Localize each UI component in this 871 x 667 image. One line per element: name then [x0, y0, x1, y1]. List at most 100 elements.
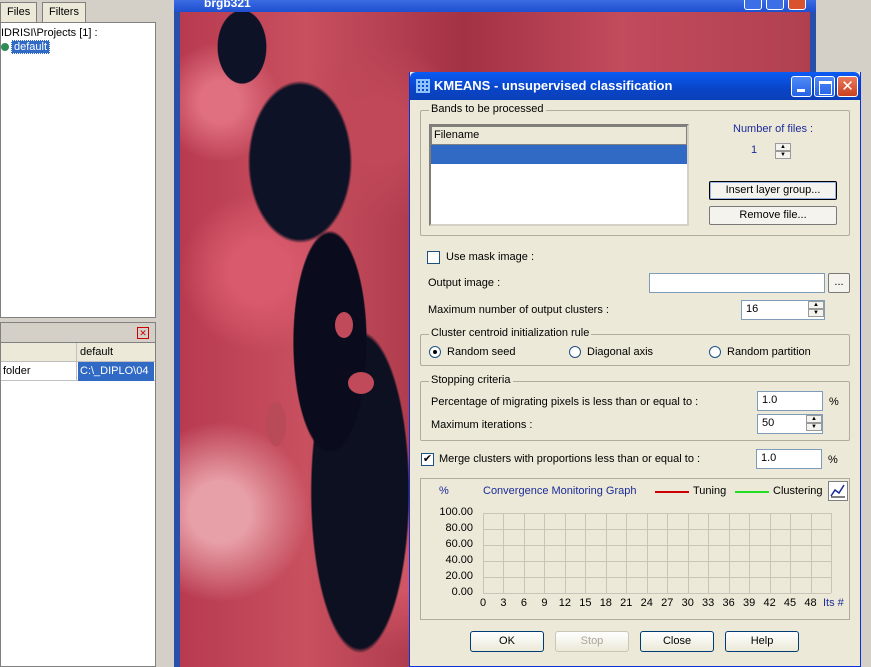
pct-migrating-label: Percentage of migrating pixels is less t…	[431, 396, 699, 408]
graph-vgridline	[728, 513, 730, 593]
graph-vgridline	[503, 513, 505, 593]
tab-filters[interactable]: Filters	[42, 2, 86, 22]
bands-group: Bands to be processed Filename Number of…	[420, 103, 850, 236]
graph-gridline	[483, 577, 831, 578]
graph-vgridline	[769, 513, 771, 593]
minimize-icon[interactable]	[791, 76, 812, 97]
init-rule-group: Cluster centroid initialization rule Ran…	[420, 327, 850, 366]
graph-gridline	[483, 561, 831, 562]
graph-vgridline	[523, 513, 525, 593]
number-of-files-value: 1	[751, 144, 758, 156]
graph-vgridline	[626, 513, 628, 593]
close-icon[interactable]: ✕	[137, 327, 149, 339]
spin-up-icon[interactable]: ▲	[808, 301, 824, 309]
graph-gridline	[483, 593, 831, 594]
close-icon[interactable]: ✕	[837, 76, 858, 97]
radio-random-partition-label: Random partition	[727, 346, 811, 358]
graph-vgridline	[810, 513, 812, 593]
merge-clusters-label: Merge clusters with proportions less tha…	[439, 453, 701, 465]
output-image-field[interactable]	[649, 273, 825, 293]
graph-y-tick: 40.00	[445, 554, 473, 566]
graph-gridline	[483, 529, 831, 530]
graph-gridline	[483, 513, 831, 514]
legend-line-tuning	[655, 491, 689, 493]
tree-item-default[interactable]: default	[1, 40, 51, 54]
image-window-title: brgb321	[204, 0, 251, 10]
file-list-row[interactable]	[431, 145, 687, 164]
graph-options-icon[interactable]	[828, 481, 848, 501]
kmeans-app-icon	[416, 79, 430, 93]
island-shape	[266, 402, 286, 446]
graph-plot-border	[831, 513, 832, 593]
graph-vgridline	[585, 513, 587, 593]
max-clusters-spinner[interactable]: ▲ ▼	[808, 301, 826, 319]
properties-row[interactable]: folder C:\_DIPLO\04	[1, 362, 155, 381]
graph-y-unit: %	[439, 485, 449, 497]
project-icon	[1, 43, 9, 52]
file-list[interactable]: Filename	[429, 124, 689, 226]
output-image-label: Output image :	[428, 277, 501, 289]
remove-file-button[interactable]: Remove file...	[709, 206, 837, 225]
graph-vgridline	[605, 513, 607, 593]
graph-vgridline	[749, 513, 751, 593]
spin-down-icon[interactable]: ▼	[775, 151, 791, 159]
graph-y-tick: 0.00	[451, 586, 473, 598]
properties-panel: ✕ default folder C:\_DIPLO\04	[0, 322, 156, 667]
graph-y-tick: 80.00	[445, 522, 473, 534]
browse-button[interactable]: ...	[828, 273, 850, 293]
graph-vgridline	[646, 513, 648, 593]
property-value[interactable]: C:\_DIPLO\04	[78, 362, 154, 381]
filename-column-header[interactable]: Filename	[431, 126, 687, 145]
merge-clusters-checkbox[interactable]: ✔	[421, 453, 434, 466]
graph-gridline	[483, 545, 831, 546]
radio-random-seed-label: Random seed	[447, 346, 516, 358]
pct-migrating-unit: %	[829, 396, 839, 408]
explorer-panel: Files Filters IDRISI\Projects [1] : defa…	[0, 0, 158, 667]
properties-header-row: default	[1, 343, 155, 362]
close-button[interactable]: Close	[640, 631, 714, 652]
dialog-title: KMEANS - unsupervised classification	[434, 78, 673, 93]
use-mask-checkbox[interactable]	[427, 251, 440, 264]
graph-vgridline	[708, 513, 710, 593]
image-window-titlebar[interactable]: brgb321	[174, 0, 816, 12]
help-button[interactable]: Help	[725, 631, 799, 652]
stopping-criteria-label: Stopping criteria	[429, 374, 513, 386]
graph-vgridline	[687, 513, 689, 593]
stop-button[interactable]: Stop	[555, 631, 629, 652]
radio-diagonal-axis-label: Diagonal axis	[587, 346, 654, 358]
graph-title: Convergence Monitoring Graph	[483, 485, 637, 497]
graph-vgridline	[564, 513, 566, 593]
radio-random-partition[interactable]	[709, 346, 721, 358]
spin-up-icon[interactable]: ▲	[806, 415, 822, 423]
spin-down-icon[interactable]: ▼	[806, 423, 822, 431]
spin-up-icon[interactable]: ▲	[775, 143, 791, 151]
minimize-icon[interactable]	[744, 0, 762, 10]
properties-titlebar: ✕	[1, 323, 155, 343]
radio-diagonal-axis[interactable]	[569, 346, 581, 358]
convergence-graph: % Convergence Monitoring Graph Tuning Cl…	[420, 478, 850, 620]
project-tree: IDRISI\Projects [1] : default	[0, 22, 156, 318]
spin-down-icon[interactable]: ▼	[808, 309, 824, 317]
legend-label-clustering: Clustering	[773, 485, 823, 497]
maximize-icon[interactable]	[814, 76, 835, 97]
graph-x-label: Its #	[823, 597, 844, 609]
graph-vgridline	[790, 513, 792, 593]
property-header-value: default	[80, 346, 114, 358]
ok-button[interactable]: OK	[470, 631, 544, 652]
tab-files[interactable]: Files	[0, 2, 38, 22]
number-of-files-spinner[interactable]: ▲ ▼	[775, 143, 793, 161]
graph-y-tick: 100.00	[439, 506, 473, 518]
bands-group-label: Bands to be processed	[429, 103, 546, 115]
maximize-icon[interactable]	[766, 0, 784, 10]
insert-layer-group-button[interactable]: Insert layer group...	[709, 181, 837, 200]
init-rule-group-label: Cluster centroid initialization rule	[429, 327, 592, 339]
pct-migrating-field[interactable]: 1.0	[757, 391, 823, 411]
merge-clusters-field[interactable]: 1.0	[756, 449, 822, 469]
explorer-tabs: Files Filters	[0, 0, 158, 22]
radio-random-seed[interactable]	[429, 346, 441, 358]
tree-root-projects[interactable]: IDRISI\Projects [1] :	[1, 27, 98, 39]
use-mask-label: Use mask image :	[446, 251, 535, 263]
close-icon[interactable]	[788, 0, 806, 10]
dialog-titlebar[interactable]: KMEANS - unsupervised classification ✕	[410, 72, 860, 100]
max-iterations-spinner[interactable]: ▲ ▼	[806, 415, 824, 433]
